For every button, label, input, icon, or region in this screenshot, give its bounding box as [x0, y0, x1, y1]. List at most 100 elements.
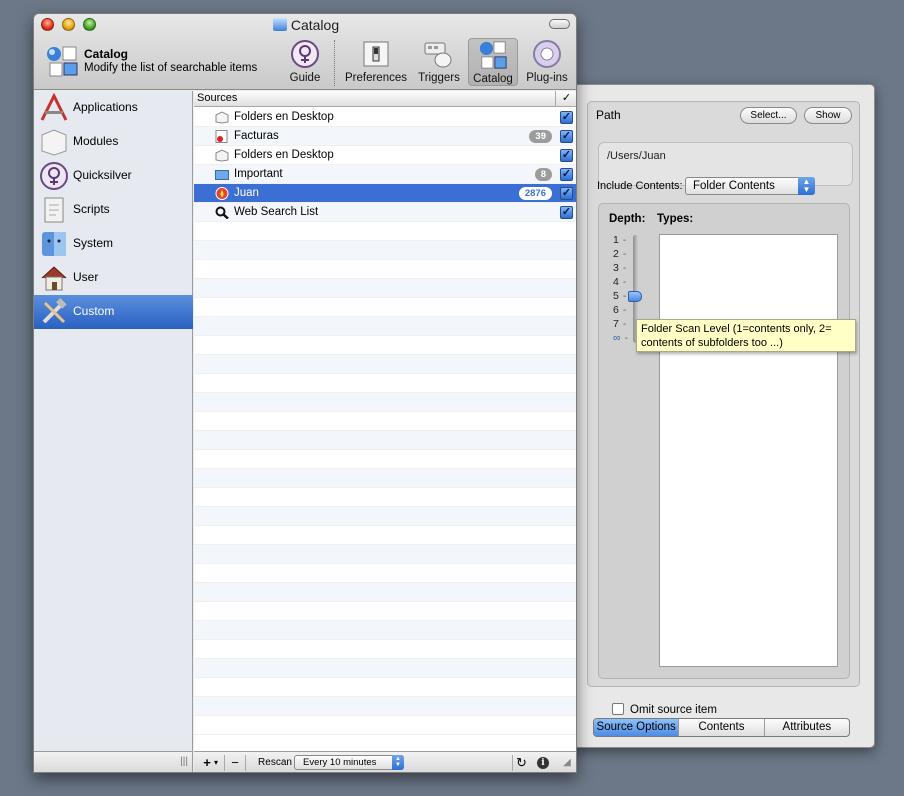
empty-row — [194, 621, 576, 640]
window-title: Catalog — [34, 17, 576, 33]
select-button[interactable]: Select... — [740, 107, 797, 124]
sidebar-item-applications[interactable]: Applications — [34, 91, 193, 125]
depth-tick-label: ∞ — [613, 332, 621, 344]
source-name: Web Search List — [234, 206, 319, 218]
checkbox-box[interactable] — [612, 703, 624, 715]
empty-row — [194, 298, 576, 317]
source-row[interactable]: Juan 2876 ✓ — [194, 184, 576, 203]
source-row[interactable]: Folders en Desktop ✓ — [194, 108, 576, 127]
resize-handle[interactable]: ||| — [180, 756, 188, 767]
enabled-checkbox[interactable]: ✓ — [560, 168, 573, 181]
sidebar-item-user[interactable]: User — [34, 261, 193, 295]
sidebar-item-label: Modules — [73, 134, 119, 148]
tab-contents[interactable]: Contents — [679, 719, 765, 736]
tick-mark: - — [622, 262, 627, 274]
enabled-checkbox[interactable]: ✓ — [560, 187, 573, 200]
options-tab-bar: Source Options Contents Attributes — [593, 718, 850, 737]
item-count-badge: 39 — [529, 130, 552, 143]
tick-mark: - — [622, 290, 627, 302]
applications-icon — [40, 93, 68, 121]
source-row[interactable]: Web Search List ✓ — [194, 203, 576, 222]
tick-mark: - — [622, 276, 627, 288]
empty-row — [194, 374, 576, 393]
tick-mark: - — [622, 304, 627, 316]
sources-table-header: Sources ✓ — [194, 91, 576, 107]
column-header-sources[interactable]: Sources — [197, 92, 237, 104]
sidebar-bottom-bar: ||| — [34, 751, 193, 772]
magnifier-icon — [215, 206, 229, 220]
sidebar-item-scripts[interactable]: Scripts — [34, 193, 193, 227]
remove-source-button[interactable]: − — [224, 755, 246, 771]
depth-tick: ∞ - — [613, 332, 628, 344]
item-count-badge: 8 — [534, 168, 552, 181]
toolbar-preferences-button[interactable]: Preferences — [342, 38, 410, 86]
empty-row — [194, 526, 576, 545]
catalog-icon — [479, 41, 507, 69]
omit-source-item-checkbox[interactable]: Omit source item — [612, 703, 717, 716]
depth-tick: 2- — [613, 248, 626, 260]
catalog-window: Catalog Catalog Modify the list of searc… — [33, 13, 577, 773]
toolbar-catalog-button[interactable]: Catalog — [468, 38, 518, 86]
info-icon[interactable]: i — [536, 755, 550, 771]
tab-attributes[interactable]: Attributes — [765, 719, 849, 736]
sidebar-item-system[interactable]: System — [34, 227, 193, 261]
empty-row — [194, 260, 576, 279]
sidebar-item-label: Quicksilver — [73, 168, 132, 182]
folder-box-icon — [215, 111, 229, 124]
depth-tick-label: 2 — [613, 248, 619, 260]
source-row[interactable]: Facturas 39 ✓ — [194, 127, 576, 146]
catalog-icon — [47, 46, 78, 77]
empty-row — [194, 222, 576, 241]
toolbar-plugins-button[interactable]: Plug-ins — [522, 38, 572, 86]
sidebar-item-custom[interactable]: Custom — [34, 295, 193, 329]
document-icon — [215, 130, 229, 143]
sidebar-item-label: Applications — [73, 100, 138, 114]
source-options-panel: Path Select... Show /Users/Juan Include … — [587, 101, 860, 716]
source-name: Folders en Desktop — [234, 111, 334, 123]
catalog-icon — [272, 18, 287, 31]
toolbar-plugins-label: Plug-ins — [526, 72, 568, 84]
depth-tick-label: 1 — [613, 234, 619, 246]
include-contents-select[interactable]: Folder Contents ▲ ▼ — [685, 177, 815, 195]
enabled-checkbox[interactable]: ✓ — [560, 206, 573, 219]
empty-row — [194, 640, 576, 659]
toolbar-toggle-button[interactable] — [549, 19, 570, 29]
rescan-interval-select[interactable]: Every 10 minutes ▲ ▼ — [294, 755, 404, 770]
empty-row — [194, 659, 576, 678]
sidebar-item-modules[interactable]: Modules — [34, 125, 193, 159]
toolbar-preferences-label: Preferences — [344, 72, 407, 84]
omit-source-item-label: Omit source item — [630, 704, 717, 716]
depth-slider-knob[interactable] — [628, 291, 642, 302]
resize-grip-icon[interactable]: ◢ — [560, 755, 574, 771]
tab-source-options[interactable]: Source Options — [594, 719, 680, 736]
empty-row — [194, 450, 576, 469]
depth-tick-label: 6 — [613, 304, 619, 316]
depth-tooltip: Folder Scan Level (1=contents only, 2= c… — [636, 319, 856, 352]
toolbar-triggers-label: Triggers — [418, 72, 460, 84]
toolbar-triggers-button[interactable]: Triggers — [415, 38, 463, 86]
empty-row — [194, 355, 576, 374]
tick-mark: - — [622, 318, 627, 330]
enabled-checkbox[interactable]: ✓ — [560, 149, 573, 162]
item-count-badge: 2876 — [518, 187, 552, 200]
toolbar-guide-button[interactable]: Guide — [283, 38, 327, 86]
show-button[interactable]: Show — [804, 107, 852, 124]
user-folder-icon — [215, 187, 229, 200]
empty-row — [194, 678, 576, 697]
toolbar-catalog-label: Catalog — [473, 73, 513, 85]
enabled-checkbox[interactable]: ✓ — [560, 130, 573, 143]
chevron-updown-icon: ▲ ▼ — [798, 177, 815, 195]
empty-row — [194, 583, 576, 602]
enabled-checkbox[interactable]: ✓ — [560, 111, 573, 124]
sidebar-item-quicksilver[interactable]: Quicksilver — [34, 159, 193, 193]
keyboard-mouse-icon — [424, 42, 452, 68]
source-row[interactable]: Important 8 ✓ — [194, 165, 576, 184]
source-row[interactable]: Folders en Desktop ✓ — [194, 146, 576, 165]
column-header-enabled[interactable]: ✓ — [555, 91, 576, 107]
chevron-down-icon[interactable]: ▾ — [211, 755, 221, 771]
tools-icon — [42, 298, 67, 324]
tick-mark: - — [622, 248, 627, 260]
switch-icon — [363, 41, 389, 67]
types-list[interactable] — [659, 234, 838, 667]
refresh-icon[interactable]: ↻ — [512, 755, 530, 771]
